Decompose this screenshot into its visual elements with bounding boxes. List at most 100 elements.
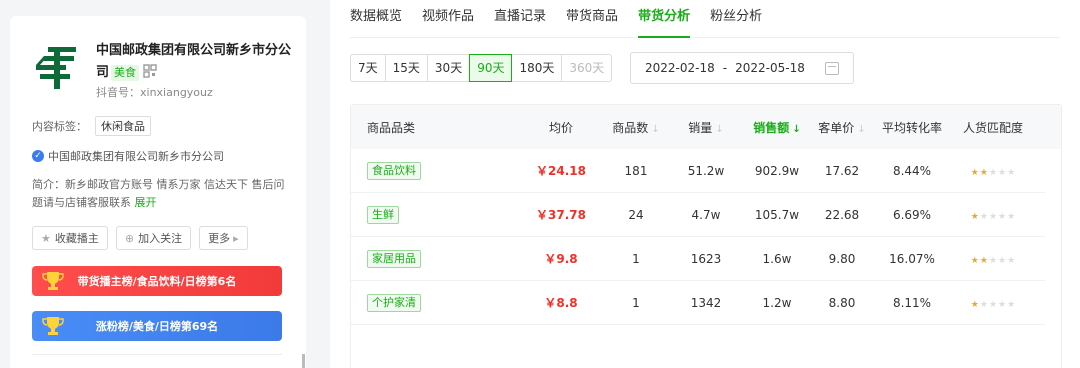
cell-volume: 4.7w bbox=[691, 207, 721, 222]
cell-unit-price: 22.68 bbox=[824, 207, 860, 222]
more-button[interactable]: 更多 ▸ bbox=[199, 226, 248, 250]
match-star-icon: ★ bbox=[979, 299, 988, 310]
food-tag: 美食 bbox=[111, 65, 140, 81]
divider bbox=[32, 354, 282, 355]
match-star-icon: ★ bbox=[998, 167, 1007, 178]
category-tag[interactable]: 家居用品 bbox=[367, 249, 421, 268]
range-30d[interactable]: 30天 bbox=[426, 54, 471, 82]
cell-category: 食品饮料 bbox=[351, 161, 521, 180]
scrollbar[interactable] bbox=[302, 354, 305, 368]
match-star-icon: ★ bbox=[988, 299, 998, 310]
range-360d[interactable]: 360天 bbox=[561, 54, 613, 82]
cell-conversion: 8.11% bbox=[892, 295, 932, 310]
table-row: 个护家清 ￥8.8 1 1342 1.2w 8.80 8.11% ★ ★ ★ ★ ★ bbox=[351, 281, 1045, 325]
trophy-icon bbox=[42, 317, 64, 335]
header-match: 人货匹配度 bbox=[962, 120, 1023, 135]
cell-avg-price: ￥8.8 bbox=[544, 296, 578, 310]
content-tag[interactable]: 休闲食品 bbox=[95, 116, 151, 136]
header-product-count[interactable]: 商品数 ↓ bbox=[601, 119, 671, 136]
sales-rank-badge[interactable]: 带货播主榜/食品饮料/日榜第6名 bbox=[32, 266, 282, 296]
content-tag-row: 内容标签： 休闲食品 bbox=[32, 116, 151, 136]
match-stars: ★ ★ ★ ★ ★ bbox=[971, 300, 1015, 310]
header-unit-price[interactable]: 客单价 ↓ bbox=[813, 119, 871, 136]
verified-check-icon: ✓ bbox=[32, 150, 44, 162]
match-star-icon: ★ bbox=[970, 167, 979, 178]
cell-sales-amount: 902.9w bbox=[754, 163, 800, 178]
header-volume[interactable]: 销量 ↓ bbox=[671, 119, 741, 136]
cell-avg-price: ￥9.8 bbox=[544, 252, 578, 266]
cell-product-count: 24 bbox=[628, 207, 644, 222]
header-sales-amount[interactable]: 销售额 ↓ bbox=[741, 119, 813, 136]
cell-category: 家居用品 bbox=[351, 249, 521, 268]
tab-products[interactable]: 带货商品 bbox=[566, 0, 618, 37]
cell-product-count: 181 bbox=[624, 163, 648, 178]
fans-rank-badge[interactable]: 涨粉榜/美食/日榜第69名 bbox=[32, 311, 282, 341]
match-star-icon: ★ bbox=[998, 299, 1007, 310]
tab-videos[interactable]: 视频作品 bbox=[422, 0, 474, 37]
match-stars: ★ ★ ★ ★ ★ bbox=[971, 212, 1015, 222]
cell-category: 个护家清 bbox=[351, 293, 521, 312]
analysis-panel: 数据概览 视频作品 直播记录 带货商品 带货分析 粉丝分析 7天 15天 30天… bbox=[330, 0, 1080, 368]
intro-text: 简介：新乡邮政官方账号 情系万家 信达天下 售后问题请与店铺客服联系 展开 bbox=[32, 178, 285, 209]
tab-sales-analysis[interactable]: 带货分析 bbox=[638, 0, 691, 38]
range-180d[interactable]: 180天 bbox=[511, 54, 563, 82]
cell-volume: 51.2w bbox=[687, 163, 725, 178]
match-star-icon: ★ bbox=[1007, 211, 1016, 222]
qr-code-icon[interactable] bbox=[143, 64, 157, 78]
trophy-icon bbox=[42, 272, 64, 290]
cell-volume: 1342 bbox=[690, 295, 722, 310]
table-row: 食品饮料 ￥24.18 181 51.2w 902.9w 17.62 8.44%… bbox=[351, 149, 1045, 193]
match-star-icon: ★ bbox=[1007, 299, 1016, 310]
category-table: 商品品类 均价 商品数 ↓ 销量 ↓ 销售额 ↓ 客单价 ↓ 平均转化率 人货匹配度 食… bbox=[350, 104, 1062, 368]
sort-icon: ↓ bbox=[715, 123, 724, 135]
category-tag[interactable]: 食品饮料 bbox=[367, 161, 421, 180]
verified-text: 中国邮政集团有限公司新乡市分公司 bbox=[48, 150, 224, 163]
profile-card: 中国邮政集团有限公司新乡市分公司 美食 抖音号：xinxiangyouz 内容标签… bbox=[10, 16, 306, 368]
sort-active-icon: ↓ bbox=[792, 123, 801, 135]
expand-link[interactable]: 展开 bbox=[135, 196, 157, 209]
follow-button[interactable]: ⊕ 加入关注 bbox=[115, 226, 192, 250]
cell-conversion: 16.07% bbox=[889, 251, 935, 266]
match-star-icon: ★ bbox=[998, 255, 1007, 266]
table-body: 食品饮料 ￥24.18 181 51.2w 902.9w 17.62 8.44%… bbox=[351, 149, 1061, 325]
match-star-icon: ★ bbox=[970, 255, 979, 266]
range-7d[interactable]: 7天 bbox=[350, 54, 386, 82]
sort-icon: ↓ bbox=[857, 123, 866, 135]
tab-bar: 数据概览 视频作品 直播记录 带货商品 带货分析 粉丝分析 bbox=[350, 0, 1060, 38]
table-row: 生鲜 ￥37.78 24 4.7w 105.7w 22.68 6.69% ★ ★ ★… bbox=[351, 193, 1045, 237]
header-category: 商品品类 bbox=[367, 120, 416, 135]
cell-unit-price: 8.80 bbox=[828, 295, 856, 310]
date-range-picker[interactable]: 2022-02-18 - 2022-05-18 bbox=[630, 52, 854, 84]
range-90d[interactable]: 90天 bbox=[469, 54, 513, 82]
header-conversion: 平均转化率 bbox=[881, 120, 942, 135]
cell-match: ★ ★ ★ ★ ★ bbox=[953, 208, 1033, 222]
verified-row: ✓ 中国邮政集团有限公司新乡市分公司 bbox=[32, 148, 224, 164]
match-stars: ★ ★ ★ ★ ★ bbox=[971, 256, 1015, 266]
category-tag[interactable]: 个护家清 bbox=[367, 293, 421, 312]
chevron-right-icon: ▸ bbox=[233, 231, 239, 245]
header-avg-price: 均价 bbox=[548, 120, 573, 135]
cell-match: ★ ★ ★ ★ ★ bbox=[953, 252, 1033, 266]
match-stars: ★ ★ ★ ★ ★ bbox=[971, 168, 1015, 178]
account-name: 中国邮政集团有限公司新乡市分公司 美食 bbox=[96, 43, 292, 81]
cell-product-count: 1 bbox=[632, 295, 640, 310]
calendar-icon bbox=[825, 61, 839, 75]
tab-live-records[interactable]: 直播记录 bbox=[494, 0, 546, 37]
tab-overview[interactable]: 数据概览 bbox=[350, 0, 402, 37]
match-star-icon: ★ bbox=[979, 167, 988, 178]
range-15d[interactable]: 15天 bbox=[384, 54, 428, 82]
collect-button[interactable]: ★ 收藏播主 bbox=[32, 226, 108, 250]
match-star-icon: ★ bbox=[988, 255, 998, 266]
cell-volume: 1623 bbox=[690, 251, 722, 266]
match-star-icon: ★ bbox=[979, 211, 988, 222]
date-start: 2022-02-18 bbox=[645, 61, 715, 75]
category-tag[interactable]: 生鲜 bbox=[367, 205, 399, 224]
cell-product-count: 1 bbox=[632, 251, 640, 266]
match-star-icon: ★ bbox=[1007, 255, 1016, 266]
date-separator: - bbox=[722, 61, 728, 75]
plus-circle-icon: ⊕ bbox=[124, 231, 135, 245]
cell-unit-price: 9.80 bbox=[828, 251, 856, 266]
cell-avg-price: ￥37.78 bbox=[536, 208, 586, 222]
tab-fans-analysis[interactable]: 粉丝分析 bbox=[710, 0, 762, 37]
action-buttons: ★ 收藏播主 ⊕ 加入关注 更多 ▸ bbox=[32, 226, 248, 250]
